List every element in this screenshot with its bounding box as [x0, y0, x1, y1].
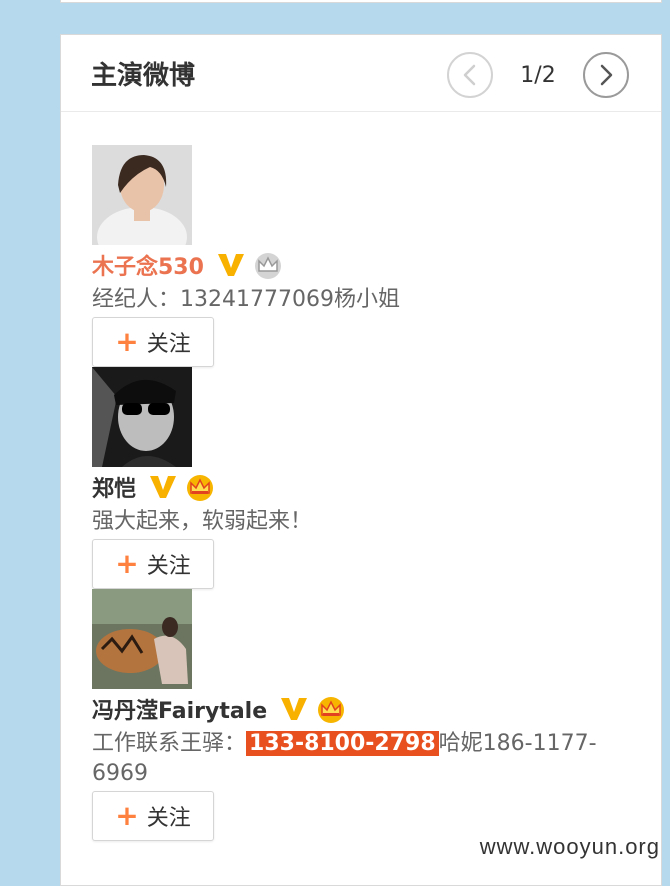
prev-page-button[interactable] — [447, 52, 493, 98]
plus-icon: + — [115, 325, 139, 358]
avatar[interactable] — [92, 145, 192, 245]
user-name-link[interactable]: 木子念530 — [92, 249, 204, 281]
crown-icon — [252, 251, 284, 279]
follow-button[interactable]: + 关注 — [92, 317, 214, 367]
previous-card-bottom — [60, 0, 662, 3]
user-description: 经纪人：13241777069杨小姐 — [92, 287, 400, 312]
user-description: 工作联系王驿： 133-8100-2798 哈妮186-1177-6969 — [92, 729, 632, 789]
follow-label: 关注 — [146, 554, 191, 579]
description-prefix: 工作联系王驿： — [92, 731, 247, 756]
watermark: www.wooyun.org — [479, 834, 660, 859]
crown-icon — [184, 473, 216, 501]
highlighted-phone: 133-8100-2798 — [246, 731, 439, 756]
name-row: 木子念530 — [92, 245, 632, 285]
name-row: 郑恺 — [92, 467, 632, 507]
lead-actors-weibo-panel: 主演微博 1/2 木子念530 经纪人：13241777069杨小姐 + 关注 … — [60, 34, 662, 886]
verified-v-icon — [216, 252, 246, 278]
verified-v-icon — [279, 696, 309, 722]
actor-item: 木子念530 经纪人：13241777069杨小姐 + 关注 — [92, 145, 632, 367]
follow-label: 关注 — [146, 806, 191, 831]
actor-item: 郑恺 强大起来，软弱起来！ + 关注 — [92, 367, 632, 589]
name-row: 冯丹滢Fairytale — [92, 689, 632, 729]
avatar[interactable] — [92, 367, 192, 467]
panel-title: 主演微博 — [91, 61, 196, 91]
follow-button[interactable]: + 关注 — [92, 791, 214, 841]
actor-list: 木子念530 经纪人：13241777069杨小姐 + 关注 郑恺 强大起来，软… — [92, 145, 632, 841]
user-description: 强大起来，软弱起来！ — [92, 509, 313, 534]
user-name-link[interactable]: 冯丹滢Fairytale — [92, 693, 267, 725]
chevron-right-icon — [600, 64, 613, 86]
crown-icon — [315, 695, 347, 723]
follow-button[interactable]: + 关注 — [92, 539, 214, 589]
verified-v-icon — [148, 474, 178, 500]
actor-item: 冯丹滢Fairytale 工作联系王驿： 133-8100-2798 哈妮186-1… — [92, 589, 632, 841]
follow-label: 关注 — [146, 332, 191, 357]
user-name-link[interactable]: 郑恺 — [92, 471, 136, 503]
panel-header: 主演微博 1/2 — [61, 35, 661, 112]
plus-icon: + — [115, 547, 139, 580]
chevron-left-icon — [463, 64, 476, 86]
plus-icon: + — [115, 799, 139, 832]
pager: 1/2 — [447, 50, 629, 100]
avatar[interactable] — [92, 589, 192, 689]
page-indicator: 1/2 — [520, 62, 556, 88]
next-page-button[interactable] — [583, 52, 629, 98]
